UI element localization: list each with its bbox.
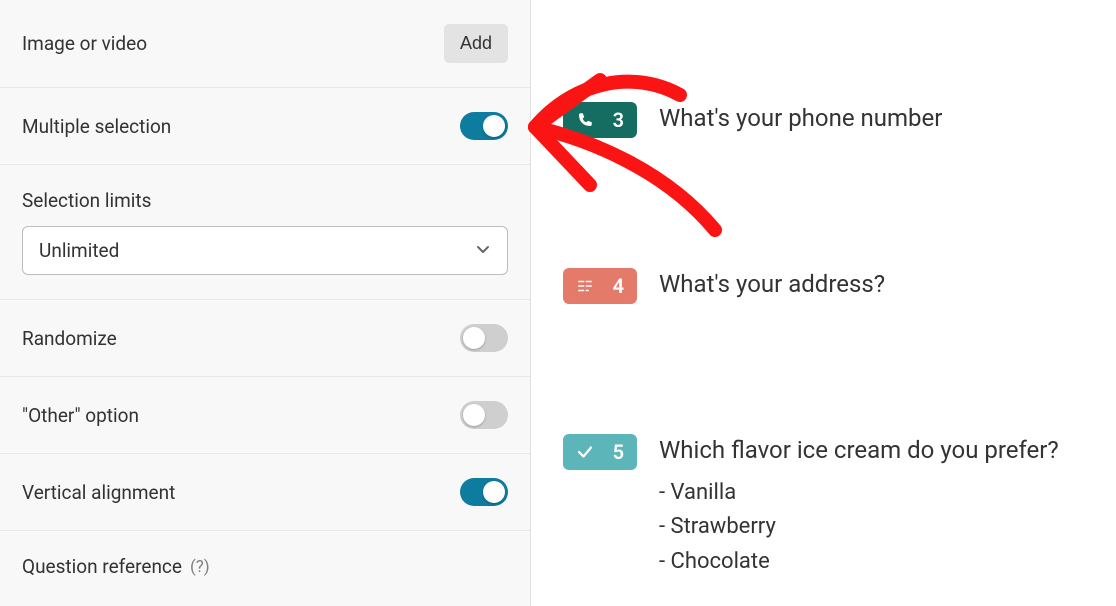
setting-other-option: "Other" option [0,377,530,454]
question-number: 3 [613,108,624,132]
selection-limits-label: Selection limits [22,189,151,212]
add-media-button[interactable]: Add [444,24,508,63]
phone-icon [576,111,594,129]
other-option-toggle[interactable] [460,401,508,429]
question-number: 5 [613,440,624,464]
check-icon [576,443,594,461]
question-badge-5: 5 [563,434,637,470]
question-item-5[interactable]: 5 Which flavor ice cream do you prefer? … [563,434,1084,579]
question-text: What's your phone number [659,102,942,134]
question-item-3[interactable]: 3 What's your phone number [563,102,1084,138]
question-badge-3: 3 [563,102,637,138]
address-icon [576,277,594,295]
question-preview-panel: 3 What's your phone number 4 What's your… [531,0,1116,606]
help-icon[interactable]: (?) [190,557,210,577]
image-or-video-label: Image or video [22,32,147,55]
multiple-selection-label: Multiple selection [22,115,171,138]
question-text: What's your address? [659,268,885,300]
setting-question-reference: Question reference (?) [0,531,530,602]
selection-limits-select[interactable]: Unlimited [22,226,508,275]
setting-image-or-video: Image or video Add [0,0,530,88]
choice-item: - Vanilla [659,476,1059,510]
question-item-4[interactable]: 4 What's your address? [563,268,1084,304]
other-option-label: "Other" option [22,404,139,427]
setting-multiple-selection: Multiple selection [0,88,530,165]
setting-vertical-alignment: Vertical alignment [0,454,530,531]
randomize-label: Randomize [22,327,117,350]
choice-item: - Chocolate [659,545,1059,579]
choice-item: - Strawberry [659,510,1059,544]
settings-panel: Image or video Add Multiple selection Se… [0,0,531,606]
vertical-alignment-toggle[interactable] [460,478,508,506]
question-number: 4 [613,274,624,298]
question-choices: - Vanilla - Strawberry - Chocolate [659,476,1059,578]
selection-limits-value: Unlimited [39,239,119,262]
setting-randomize: Randomize [0,300,530,377]
question-badge-4: 4 [563,268,637,304]
question-reference-label: Question reference [22,555,182,578]
vertical-alignment-label: Vertical alignment [22,481,175,504]
setting-selection-limits: Selection limits Unlimited [0,165,530,300]
question-text: Which flavor ice cream do you prefer? [659,434,1059,466]
randomize-toggle[interactable] [460,324,508,352]
multiple-selection-toggle[interactable] [460,112,508,140]
chevron-down-icon [475,239,491,262]
